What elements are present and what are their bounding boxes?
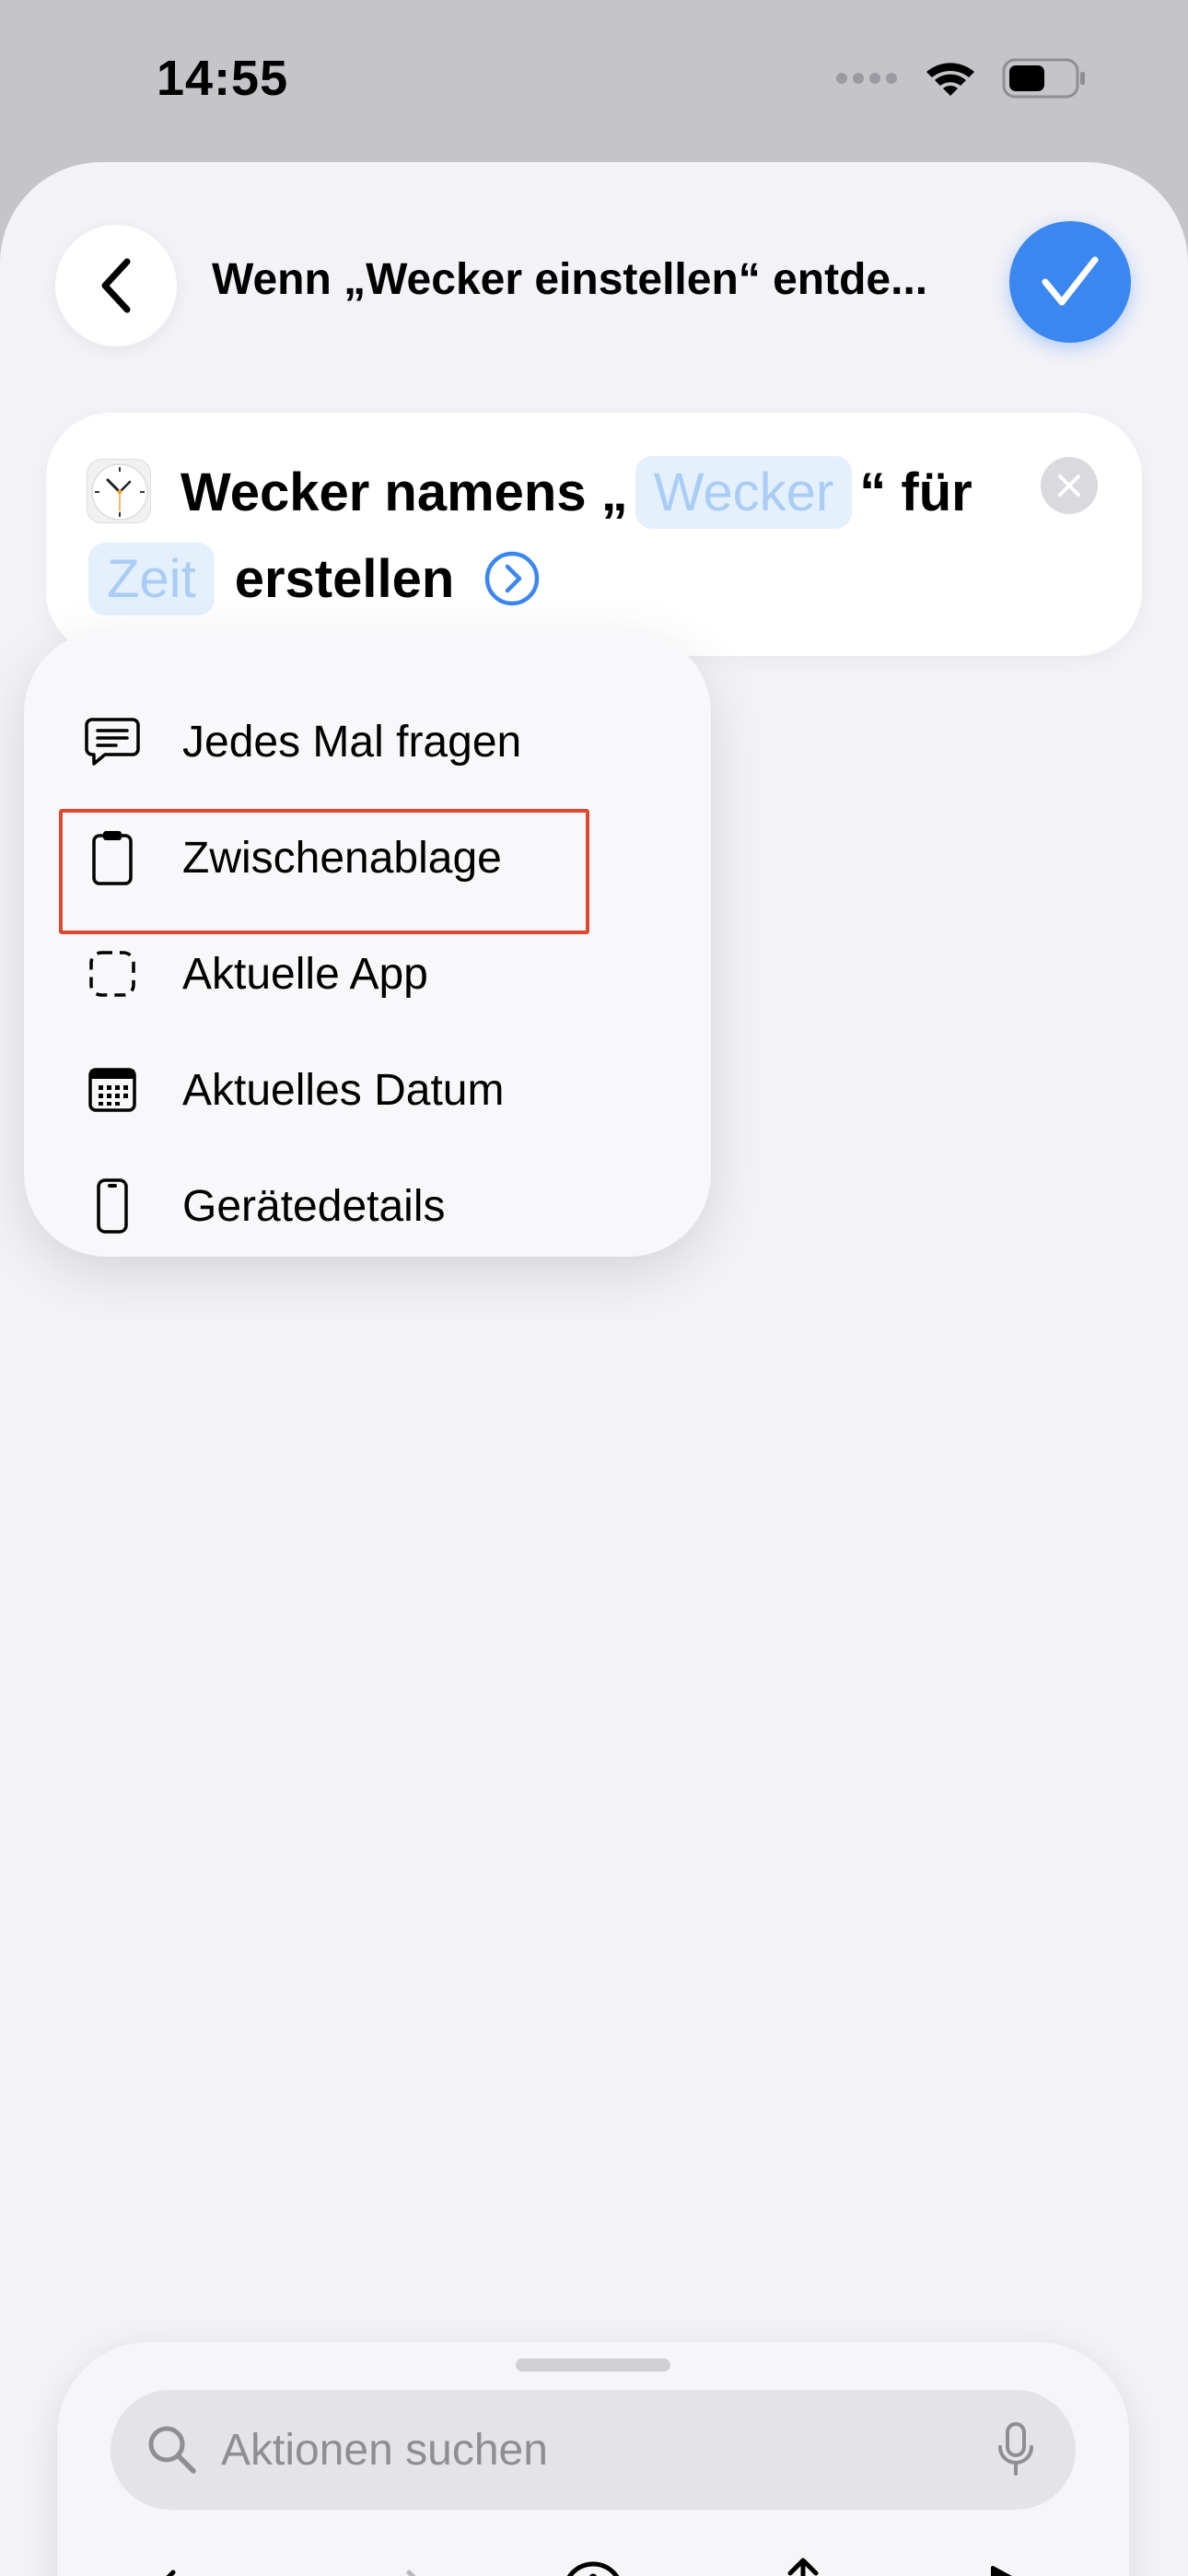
search-icon [148,2426,196,2474]
name-token[interactable]: Wecker [635,455,853,529]
cellular-signal-icon [836,73,897,84]
status-time: 14:55 [157,51,289,106]
chevron-right-circle-icon [485,551,540,606]
time-token[interactable]: Zeit [88,542,215,615]
menu-item-ask-each-time[interactable]: Jedes Mal fragen [85,691,521,792]
done-button[interactable] [1009,221,1131,343]
menu-item-label: Gerätedetails [182,1181,446,1231]
action-text-suffix: “ für [859,462,973,522]
variable-menu: Jedes Mal fragen Zwischenablage Aktuelle… [24,630,711,1257]
chevron-left-icon [101,258,131,313]
status-bar: 14:55 [0,0,1188,161]
wifi-icon [926,63,974,96]
back-button[interactable] [55,225,177,346]
remove-action-button[interactable] [1041,457,1098,514]
action-line-1: Wecker namens „ Wecker “ für [181,450,973,534]
menu-item-label: Aktuelles Datum [182,1065,505,1115]
expand-action-button[interactable] [483,550,541,607]
redo-icon [406,2570,416,2576]
microphone-icon[interactable] [996,2421,1035,2478]
search-input[interactable] [221,2390,939,2510]
redo-button [350,2547,442,2576]
status-icons [834,57,1087,100]
undo-button[interactable] [140,2547,232,2576]
close-icon [1058,474,1080,497]
phone-icon [85,1177,140,1235]
checkmark-icon [1042,256,1099,306]
share-icon [787,2558,819,2576]
action-card: Wecker namens „ Wecker “ für Zeit erstel… [46,413,1142,656]
editor-sheet: Wenn „Wecker einstellen“ entde... Wecker… [0,162,1188,2576]
menu-item-device-details[interactable]: Gerätedetails [85,1155,446,1257]
battery-icon [1002,58,1085,99]
drag-handle[interactable] [516,2359,670,2371]
share-button[interactable] [757,2547,849,2576]
action-text-prefix: Wecker namens „ [181,462,628,522]
menu-item-label: Aktuelle App [182,949,428,999]
page-title: Wenn „Wecker einstellen“ entde... [212,255,928,304]
undo-icon [166,2570,176,2576]
dashed-square-icon [85,950,140,998]
info-button[interactable] [547,2547,639,2576]
selection-highlight [59,809,589,934]
menu-item-current-date[interactable]: Aktuelles Datum [85,1039,504,1141]
menu-item-current-app[interactable]: Aktuelle App [85,923,428,1025]
action-text-verb: erstellen [234,548,455,609]
menu-item-label: Jedes Mal fragen [182,717,522,767]
action-line-2: Zeit erstellen [88,536,541,621]
play-icon [991,2566,1012,2576]
calendar-icon [85,1066,140,1114]
bottom-toolbar [57,2342,1129,2576]
speech-bubble-icon [85,716,140,767]
info-icon [566,2561,620,2576]
clock-app-icon [87,459,151,523]
run-button[interactable] [969,2547,1061,2576]
search-bar[interactable] [111,2390,1076,2510]
